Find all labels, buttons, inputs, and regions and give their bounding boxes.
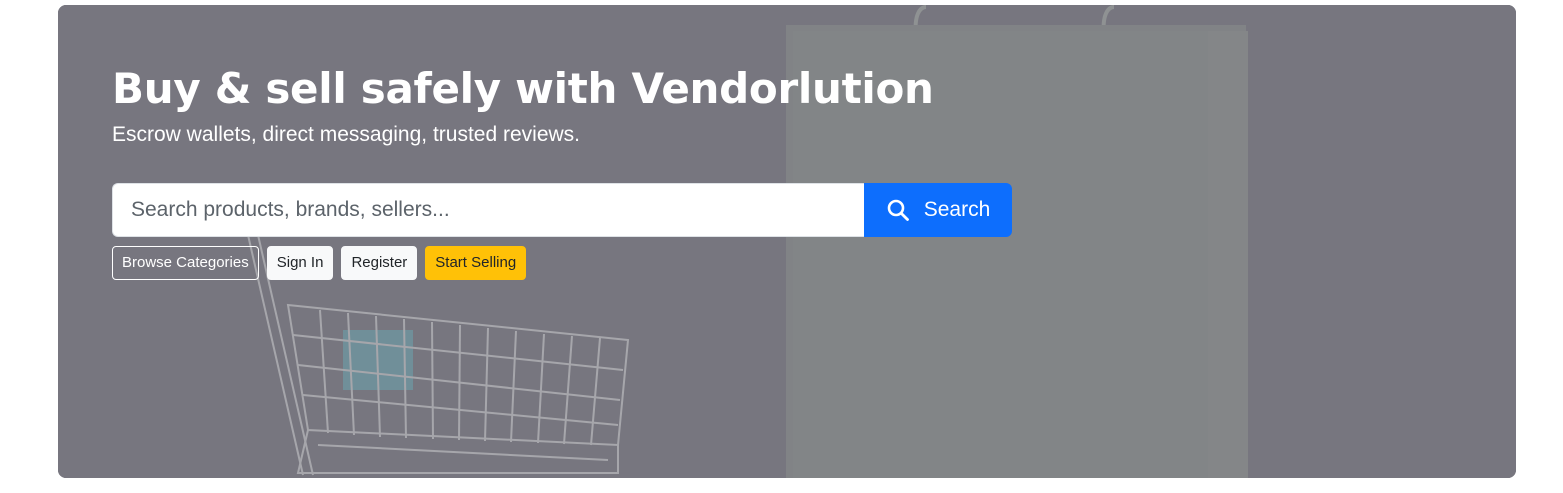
sign-in-button[interactable]: Sign In	[266, 246, 334, 280]
register-button[interactable]: Register	[341, 246, 418, 280]
search-bar: Search	[112, 183, 1012, 237]
search-button[interactable]: Search	[864, 183, 1012, 237]
start-selling-button[interactable]: Start Selling	[425, 246, 527, 280]
search-icon	[886, 198, 910, 222]
search-input[interactable]	[112, 183, 864, 237]
browse-categories-button[interactable]: Browse Categories	[112, 246, 259, 280]
hero-banner: Buy & sell safely with Vendorlution Escr…	[58, 5, 1516, 478]
hero-subtitle: Escrow wallets, direct messaging, truste…	[112, 123, 580, 146]
hero-title: Buy & sell safely with Vendorlution	[112, 64, 934, 113]
search-button-label: Search	[923, 198, 991, 221]
hero-actions: Browse Categories Sign In Register Start…	[112, 246, 527, 280]
hero-content: Buy & sell safely with Vendorlution Escr…	[112, 59, 1012, 280]
